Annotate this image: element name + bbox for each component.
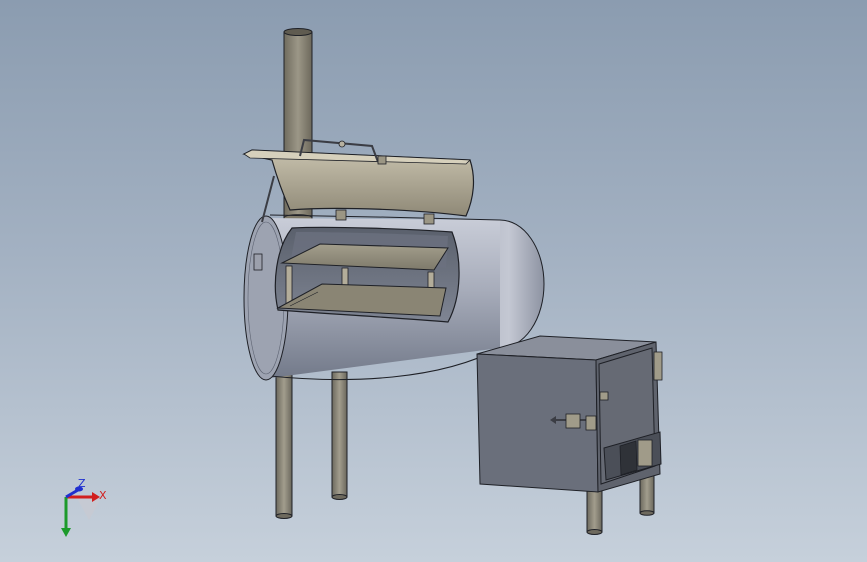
triad-z-label: Z xyxy=(78,477,86,490)
cad-viewport[interactable]: X Z xyxy=(0,0,867,562)
leg-rear-left xyxy=(331,371,348,498)
leg-front-left xyxy=(275,357,293,517)
coordinate-triad: X Z xyxy=(61,477,107,537)
leg-firebox-front xyxy=(586,486,603,533)
triad-x-label: X xyxy=(99,489,107,502)
smoker-model-view[interactable]: X Z xyxy=(0,0,867,562)
lid[interactable] xyxy=(242,149,475,225)
chamber-side-handle[interactable] xyxy=(253,253,263,271)
